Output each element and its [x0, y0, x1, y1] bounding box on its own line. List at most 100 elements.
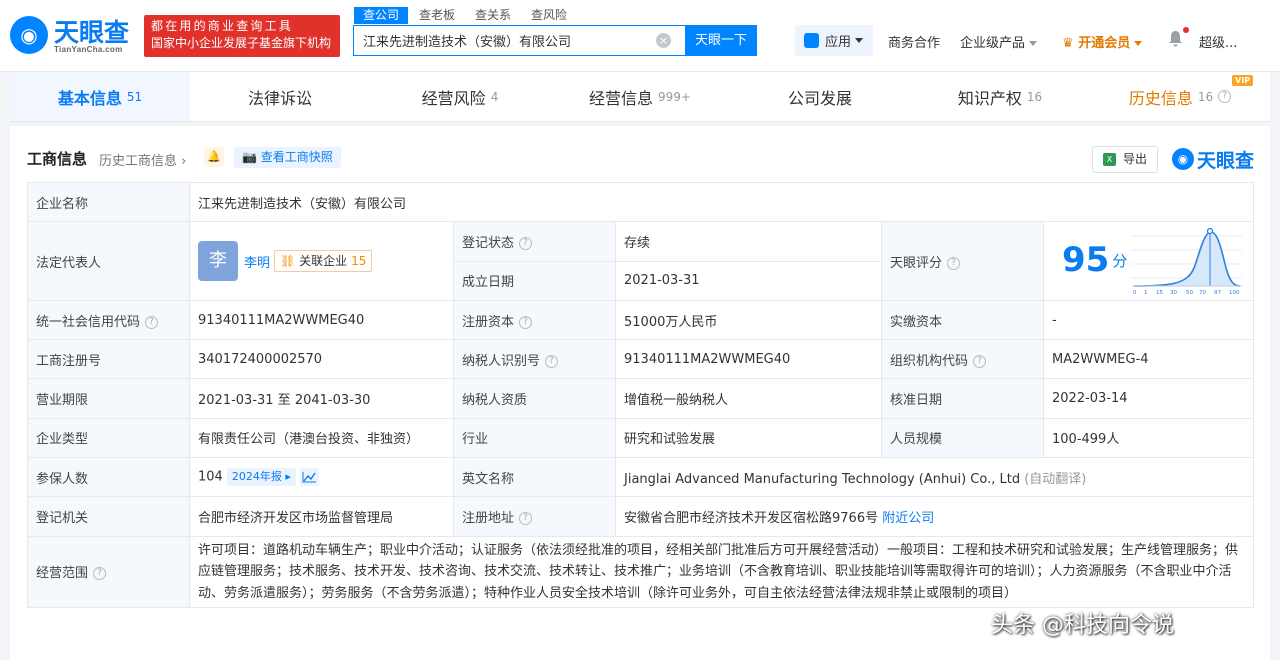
table-row: 统一社会信用代码? 91340111MA2WWMEG40 注册资本? 51000… — [27, 299, 1255, 341]
reg-capital-value: 51000万人民币 — [615, 299, 882, 341]
snapshot-label: 查看工商快照 — [260, 150, 333, 164]
term-value: 2021-03-31 至 2041-03-30 — [189, 378, 454, 419]
help-icon[interactable]: ? — [1218, 90, 1232, 103]
help-icon[interactable]: ? — [93, 567, 107, 581]
legal-rep-name[interactable]: 李明 — [244, 256, 270, 271]
company-type-label: 企业类型 — [27, 417, 190, 459]
help-icon[interactable]: ? — [519, 315, 533, 329]
tab-legal[interactable]: 法律诉讼 — [190, 72, 370, 121]
reg-status-value: 存续 — [615, 221, 882, 262]
tab-count: 16 — [1197, 89, 1214, 104]
tax-id-label: 纳税人识别号? — [453, 339, 616, 380]
nav-enterprise-label: 企业级产品 — [960, 36, 1026, 51]
score-label-text: 天眼评分 — [890, 255, 943, 271]
table-row: 企业类型 有限责任公司（港澳台投资、非独资） 行业 研究和试验发展 人员规模 1… — [27, 417, 1255, 459]
score-tick: 30 — [1170, 290, 1177, 296]
help-icon[interactable]: ? — [519, 512, 533, 526]
crown-icon: ♛ — [1062, 36, 1079, 51]
trend-chart-icon[interactable] — [299, 467, 319, 486]
reg-capital-label-text: 注册资本 — [462, 314, 515, 330]
en-name-cell: Jianglai Advanced Manufacturing Technolo… — [614, 457, 1255, 498]
taxpayer-value: 增值税一般纳税人 — [615, 378, 882, 419]
approve-date-label: 核准日期 — [881, 378, 1044, 419]
tab-basic-info[interactable]: 基本信息 51 — [10, 72, 190, 121]
staff-value: 100-499人 — [1042, 417, 1255, 459]
score-tick: 1 — [1144, 290, 1148, 296]
reg-capital-label: 注册资本? — [453, 299, 616, 341]
nav-business-link[interactable]: 商务合作 — [888, 32, 940, 51]
help-icon[interactable]: ? — [545, 354, 559, 368]
table-row: 参保人数 104 2024年报 ▸ 英文名称 Jianglai Advanced … — [27, 457, 1255, 498]
org-code-value: MA2WWMEG-4 — [1042, 339, 1255, 380]
table-row: 登记机关 合肥市经济开发区市场监督管理局 注册地址? 安徽省合肥市经济技术开发区… — [27, 496, 1255, 537]
annual-report-tag[interactable]: 2024年报 ▸ — [226, 468, 296, 487]
tab-operations[interactable]: 经营信息 999+ — [550, 72, 730, 121]
credit-code-value: 91340111MA2WWMEG40 — [189, 299, 454, 341]
reg-no-value: 340172400002570 — [189, 339, 454, 380]
site-logo[interactable]: ◉ 天眼查 TianYanCha.com — [10, 12, 140, 60]
score-display: 95 分 — [1062, 240, 1127, 280]
export-button[interactable]: X 导出 — [1092, 146, 1158, 173]
top-navigation-bar: ◉ 天眼查 TianYanCha.com 都在用的商业查询工具 国家中小企业发展… — [0, 0, 1280, 72]
apps-menu-button[interactable]: 应用 — [795, 25, 873, 56]
tab-development[interactable]: 公司发展 — [730, 72, 910, 121]
address-cell: 安徽省合肥市经济技术开发区宿松路9766号 附近公司 — [614, 496, 1255, 537]
search-tab-relation[interactable]: 查关系 — [466, 7, 520, 24]
tab-count: 51 — [126, 89, 143, 104]
tab-count: 4 — [490, 89, 499, 104]
history-link-label: 历史工商信息 — [99, 154, 178, 169]
insured-cell: 104 2024年报 ▸ — [189, 457, 454, 498]
search-tab-company[interactable]: 查公司 — [354, 7, 409, 24]
help-icon[interactable]: ? — [973, 354, 987, 368]
help-icon[interactable]: ? — [145, 315, 159, 329]
related-companies-badge[interactable]: ⛓ 关联企业 15 — [274, 250, 373, 273]
clear-icon[interactable]: × — [656, 33, 671, 48]
search-input[interactable] — [354, 26, 654, 55]
search-button[interactable]: 天眼一下 — [685, 25, 757, 56]
search-tab-boss[interactable]: 查老板 — [410, 7, 464, 24]
bell-icon[interactable] — [1168, 30, 1183, 47]
subscribe-bell-icon[interactable]: 🔔 — [204, 147, 224, 167]
logo-eye-icon: ◉ — [10, 16, 48, 54]
tab-history[interactable]: 历史信息 16? VIP — [1090, 72, 1270, 121]
nav-enterprise-link[interactable]: 企业级产品 — [960, 32, 1038, 51]
nav-user-link[interactable]: 超级... — [1199, 32, 1237, 51]
legal-rep-label: 法定代表人 — [27, 221, 190, 301]
scope-value: 许可项目：道路机动车辆生产；职业中介活动；认证服务（依法须经批准的项目，经相关部… — [188, 535, 1255, 609]
address-label-text: 注册地址 — [462, 511, 515, 527]
promo-line-2: 国家中小企业发展子基金旗下机构 — [151, 36, 332, 50]
help-icon[interactable]: ? — [947, 256, 961, 270]
company-type-value: 有限责任公司（港澳台投资、非独资） — [189, 417, 454, 459]
industry-label: 行业 — [453, 417, 616, 459]
tab-label: 基本信息 — [57, 88, 122, 108]
company-name-label: 企业名称 — [27, 181, 190, 223]
score-value: 95 — [1062, 240, 1110, 281]
avatar[interactable]: 李 — [198, 241, 238, 282]
score-tick: 50 — [1186, 290, 1193, 296]
vip-badge: VIP — [1232, 75, 1254, 86]
snapshot-button[interactable]: 📷 查看工商快照 — [234, 147, 341, 168]
help-icon[interactable]: ? — [519, 236, 533, 250]
table-row: 工商注册号 340172400002570 纳税人识别号? 91340111MA… — [27, 339, 1255, 380]
nav-vip-label: 开通会员 — [1078, 36, 1131, 51]
company-name-value: 江来先进制造技术（安徽）有限公司 — [188, 181, 1255, 223]
logo-text: 天眼查 — [54, 18, 130, 47]
insured-label: 参保人数 — [27, 457, 190, 498]
tab-ip[interactable]: 知识产权 16 — [910, 72, 1090, 121]
search-type-tabs: 查公司 查老板 查关系 查风险 — [354, 7, 578, 24]
history-business-link[interactable]: 历史工商信息 › — [99, 150, 186, 169]
score-tick: 100 — [1229, 290, 1240, 296]
found-date-label: 成立日期 — [453, 260, 616, 301]
promo-banner[interactable]: 都在用的商业查询工具 国家中小企业发展子基金旗下机构 — [144, 15, 340, 57]
nav-vip-link[interactable]: ♛ 开通会员 — [1062, 32, 1143, 51]
search-tab-risk[interactable]: 查风险 — [522, 7, 576, 24]
brand-logo: ◉ 天眼查 — [1172, 146, 1254, 172]
industry-value: 研究和试验发展 — [615, 417, 882, 459]
tab-label: 经营信息 — [589, 88, 654, 108]
chevron-down-icon — [1134, 41, 1143, 46]
nearby-companies-link[interactable]: 附近公司 — [882, 511, 934, 526]
tab-risk[interactable]: 经营风险 4 — [370, 72, 550, 121]
tax-id-value: 91340111MA2WWMEG40 — [615, 339, 882, 380]
scope-label: 经营范围? — [27, 535, 190, 609]
score-cell[interactable]: 95 分 0 1 15 30 50 70 97 100 — [1042, 221, 1255, 301]
